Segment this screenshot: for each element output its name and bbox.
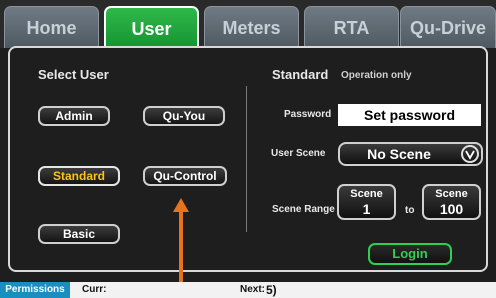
user-scene-dropdown[interactable]: No Scene	[338, 142, 483, 166]
status-bar: Permissions Curr: Next: 5)	[0, 282, 496, 298]
scene-to-value: 100	[439, 201, 464, 217]
tab-qu-drive[interactable]: Qu-Drive	[400, 6, 496, 48]
scene-from-title: Scene	[350, 188, 383, 200]
scene-to-title: Scene	[435, 188, 468, 200]
basic-button[interactable]: Basic	[38, 224, 120, 244]
scene-range-label: Scene Range	[272, 204, 335, 215]
tab-meters[interactable]: Meters	[204, 6, 299, 48]
scene-range-to[interactable]: Scene 100	[422, 184, 481, 220]
permissions-tab[interactable]: Permissions	[0, 282, 70, 298]
qu-control-button[interactable]: Qu-Control	[143, 166, 227, 186]
select-user-title: Select User	[38, 67, 109, 82]
scene-from-value: 1	[362, 201, 371, 217]
admin-button[interactable]: Admin	[38, 106, 110, 126]
tab-user[interactable]: User	[104, 6, 199, 48]
tab-home[interactable]: Home	[4, 6, 99, 48]
chevron-down-icon[interactable]	[461, 145, 479, 163]
next-value: 5)	[266, 283, 277, 297]
user-name-heading: Standard	[272, 67, 329, 82]
tab-bar: Home User Meters RTA Qu-Drive	[0, 0, 496, 48]
user-scene-label: User Scene	[271, 148, 326, 159]
standard-button[interactable]: Standard	[38, 166, 120, 186]
current-label: Curr:	[82, 284, 107, 295]
scene-range-from[interactable]: Scene 1	[337, 184, 396, 220]
panel-divider	[246, 86, 247, 232]
user-description: Operation only	[341, 70, 412, 81]
login-button[interactable]: Login	[368, 243, 452, 265]
set-password-field[interactable]: Set password	[338, 104, 481, 126]
next-label: Next:	[240, 284, 266, 295]
to-label: to	[405, 205, 415, 216]
qu-you-button[interactable]: Qu-You	[143, 106, 225, 126]
password-label: Password	[284, 109, 332, 120]
tab-rta[interactable]: RTA	[304, 6, 399, 48]
user-scene-value: No Scene	[367, 146, 431, 162]
